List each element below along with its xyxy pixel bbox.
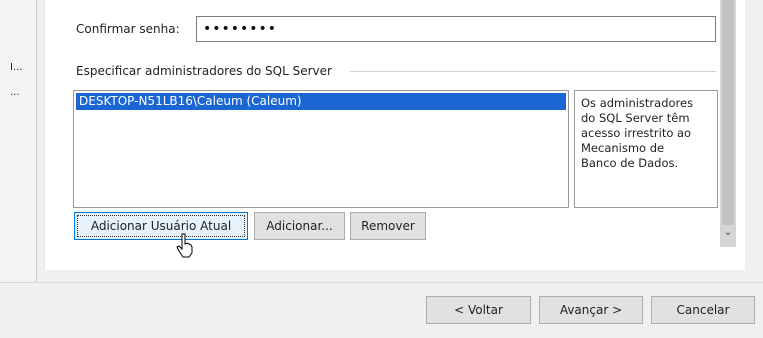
footer-divider — [0, 282, 763, 283]
scrollbar-thumb[interactable] — [722, 0, 734, 225]
info-line: Banco de Dados. — [581, 156, 679, 170]
info-line: Os administradores — [581, 96, 694, 110]
info-line: acesso irrestrito ao — [581, 126, 692, 140]
info-line: do SQL Server têm — [581, 111, 690, 125]
add-current-user-label: Adicionar Usuário Atual — [77, 215, 245, 237]
add-current-user-button[interactable]: Adicionar Usuário Atual — [74, 212, 248, 240]
list-item[interactable]: DESKTOP-N51LB16\Caleum (Caleum) — [76, 93, 566, 110]
admins-group-label: Especificar administradores do SQL Serve… — [76, 64, 332, 78]
next-button[interactable]: Avançar > — [539, 296, 643, 324]
info-line: Mecanismo de — [581, 141, 665, 155]
remove-button[interactable]: Remover — [350, 212, 426, 240]
confirm-password-field[interactable]: •••••••• — [196, 16, 716, 42]
administrators-list[interactable]: DESKTOP-N51LB16\Caleum (Caleum) — [73, 90, 569, 208]
group-divider — [350, 71, 716, 72]
confirm-password-label: Confirmar senha: — [76, 22, 180, 36]
cancel-button[interactable]: Cancelar — [651, 296, 755, 324]
left-navigation-strip — [0, 0, 37, 282]
hand-cursor-icon — [176, 233, 193, 258]
info-description-box: Os administradores do SQL Server têm ace… — [574, 90, 718, 208]
left-nav-item[interactable]: ... — [10, 87, 20, 98]
add-button[interactable]: Adicionar... — [254, 212, 345, 240]
chevron-down-icon[interactable]: ⌄ — [721, 224, 735, 240]
left-nav-item[interactable]: I... — [10, 62, 23, 73]
back-button[interactable]: < Voltar — [426, 296, 531, 324]
